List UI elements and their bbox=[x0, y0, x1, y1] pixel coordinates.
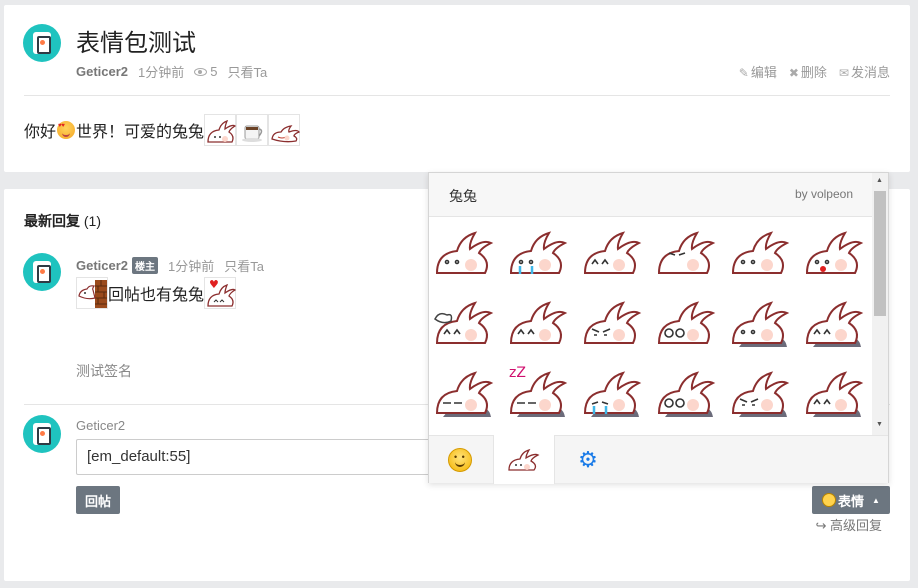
bunny-emoji-option[interactable] bbox=[581, 289, 651, 359]
bunny-emoji-option[interactable] bbox=[581, 359, 651, 427]
delete-button[interactable]: ✖ 删除 bbox=[789, 62, 827, 81]
emoji-tabs: ⚙ bbox=[429, 435, 888, 484]
divider bbox=[24, 95, 890, 96]
bunny-emoji-option[interactable] bbox=[729, 219, 799, 289]
bunny-emoji-option[interactable] bbox=[655, 359, 725, 427]
message-button[interactable]: ✉ 发消息 bbox=[839, 62, 890, 81]
eye-icon bbox=[194, 68, 208, 76]
gear-icon: ⚙ bbox=[578, 447, 598, 472]
bunny-emoji-icon bbox=[204, 114, 237, 146]
bunny-emoji-option[interactable]: zZ bbox=[507, 359, 577, 427]
tab-default-emoji[interactable] bbox=[429, 436, 491, 484]
emoji-panel: 兔兔 by volpeon zZ ▲ ▼ ⚙ bbox=[428, 172, 889, 484]
emoji-pack-author: by volpeon bbox=[794, 187, 853, 201]
topic-time: 1分钟前 bbox=[138, 65, 185, 80]
scrollbar-thumb[interactable] bbox=[874, 191, 886, 316]
view-count: 5 bbox=[194, 64, 218, 79]
reply-input[interactable]: [em_default:55] bbox=[76, 439, 436, 475]
bunny-emoji-option[interactable] bbox=[729, 289, 799, 359]
emoji-scrollbar[interactable]: ▲ ▼ bbox=[872, 173, 888, 435]
bunny-sleeping-emoji-icon bbox=[268, 114, 301, 146]
edit-button[interactable]: ✎ 编辑 bbox=[739, 62, 777, 81]
reply-content: 回帖也有兔兔 ♥ bbox=[76, 277, 237, 309]
reply-time: 1分钟前 bbox=[168, 259, 215, 274]
reply-arrow-icon: ↪ bbox=[815, 518, 827, 533]
edit-icon: ✎ bbox=[738, 66, 749, 80]
heart-eyes-emoji-icon bbox=[57, 121, 76, 139]
replies-heading: 最新回复 (1) bbox=[24, 213, 102, 229]
reply-only-view-link[interactable]: 只看Ta bbox=[224, 256, 264, 275]
topic-author[interactable]: Geticer2 bbox=[76, 64, 128, 79]
reply-author[interactable]: Geticer2 bbox=[76, 258, 128, 273]
coffee-emoji-icon bbox=[236, 114, 269, 146]
topic-meta: Geticer2 1分钟前 5 只看Ta bbox=[76, 62, 267, 81]
composer-user: Geticer2 bbox=[76, 418, 126, 433]
composer-avatar bbox=[23, 415, 61, 453]
topic-title: 表情包测试 bbox=[76, 30, 196, 57]
emoji-toggle-button[interactable]: 表情 ▲ bbox=[812, 486, 890, 514]
advanced-reply-link[interactable]: ↪ 高级回复 bbox=[815, 515, 882, 534]
op-badge: 楼主 bbox=[132, 257, 159, 274]
only-view-link[interactable]: 只看Ta bbox=[228, 62, 268, 81]
scroll-up-icon[interactable]: ▲ bbox=[876, 177, 883, 184]
bunny-emoji-option[interactable] bbox=[507, 289, 577, 359]
reply-meta: Geticer2 楼主 1分钟前 只看Ta bbox=[76, 256, 264, 275]
caret-up-icon: ▲ bbox=[872, 495, 880, 505]
svg-text:♥: ♥ bbox=[209, 278, 219, 291]
bunny-emoji-option[interactable] bbox=[581, 219, 651, 289]
emoji-panel-header: 兔兔 by volpeon bbox=[429, 173, 873, 217]
bunny-emoji-option[interactable] bbox=[803, 359, 873, 427]
bunny-emoji-option[interactable] bbox=[803, 289, 873, 359]
emoji-pack-name: 兔兔 bbox=[449, 188, 477, 204]
bunny-emoji-option[interactable] bbox=[507, 219, 577, 289]
envelope-icon: ✉ bbox=[838, 66, 849, 80]
close-icon: ✖ bbox=[788, 66, 799, 80]
smile-icon bbox=[448, 448, 472, 472]
topic-actions: ✎ 编辑 ✖ 删除 ✉ 发消息 bbox=[739, 62, 890, 81]
signature: 测试签名 bbox=[76, 363, 132, 379]
tab-emoji-settings[interactable]: ⚙ bbox=[557, 436, 619, 484]
bunny-emoji-option[interactable] bbox=[655, 289, 725, 359]
author-avatar[interactable] bbox=[23, 24, 61, 62]
svg-text:zZ: zZ bbox=[509, 365, 526, 381]
scroll-down-icon[interactable]: ▼ bbox=[876, 421, 883, 428]
emoji-grid: zZ bbox=[429, 217, 873, 427]
bunny-heart-emoji-icon: ♥ bbox=[204, 277, 237, 309]
submit-reply-button[interactable]: 回帖 bbox=[76, 486, 120, 514]
topic-content: 你好 世界！可爱的兔兔 bbox=[24, 114, 301, 146]
bunny-emoji-option[interactable] bbox=[655, 219, 725, 289]
reply-avatar[interactable] bbox=[23, 253, 61, 291]
bunny-icon bbox=[508, 448, 540, 471]
bunny-wall-emoji-icon bbox=[76, 277, 108, 309]
bunny-emoji-option[interactable] bbox=[433, 359, 503, 427]
topic-card: 表情包测试 Geticer2 1分钟前 5 只看Ta ✎ 编辑 ✖ 删除 ✉ 发消息 … bbox=[4, 5, 910, 172]
bunny-emoji-option[interactable] bbox=[729, 359, 799, 427]
bunny-emoji-option[interactable] bbox=[433, 219, 503, 289]
tab-bunny-emoji[interactable] bbox=[493, 435, 555, 484]
smile-icon bbox=[822, 493, 837, 507]
bunny-emoji-option[interactable] bbox=[803, 219, 873, 289]
bunny-emoji-option[interactable] bbox=[433, 289, 503, 359]
